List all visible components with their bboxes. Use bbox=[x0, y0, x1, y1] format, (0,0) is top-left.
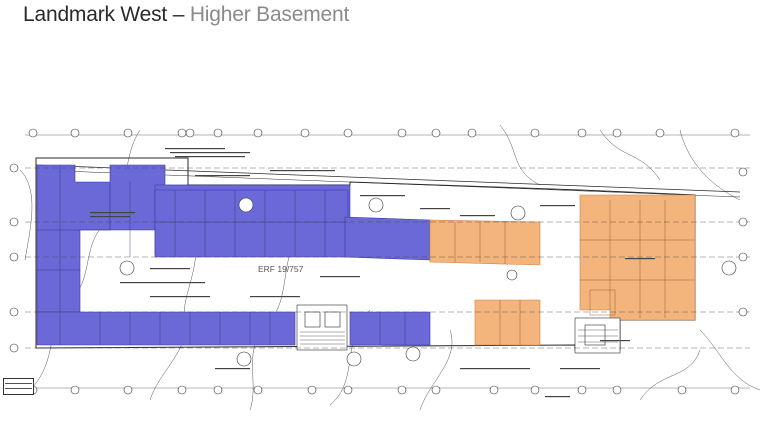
floor-plan-drawing: ERF 19/757 bbox=[9, 124, 761, 411]
grid-bubbles-top bbox=[28, 128, 740, 138]
title-subtitle: Higher Basement bbox=[189, 3, 350, 26]
stair-core bbox=[300, 329, 618, 345]
title-dash: – bbox=[172, 3, 185, 26]
page-title: Landmark West – Higher Basement bbox=[23, 2, 349, 28]
grid-bubbles-bottom bbox=[28, 385, 740, 395]
orange-areas bbox=[429, 194, 696, 346]
title-main: Landmark West bbox=[23, 3, 168, 26]
erf-label: ERF 19/757 bbox=[258, 264, 304, 274]
blue-areas bbox=[36, 164, 431, 346]
legend-note-box bbox=[3, 378, 34, 395]
